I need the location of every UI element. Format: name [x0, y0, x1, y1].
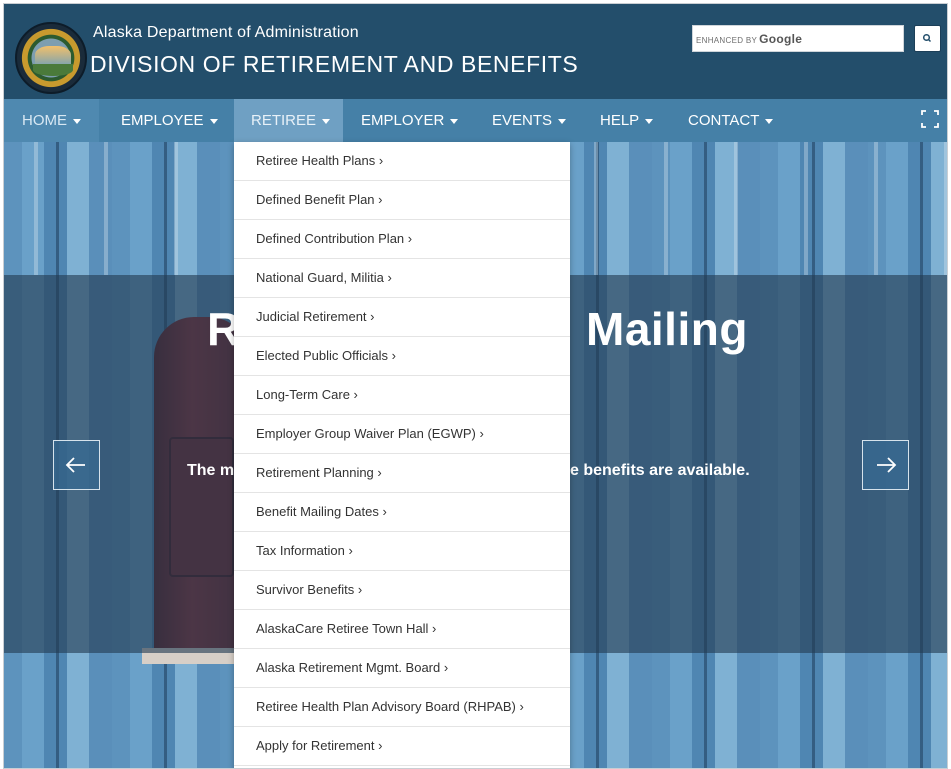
menu-item-defined-contribution-plan[interactable]: Defined Contribution Plan ›	[234, 220, 570, 259]
menu-item-alaskacare-town-hall[interactable]: AlaskaCare Retiree Town Hall ›	[234, 610, 570, 649]
main-navigation: HOME EMPLOYEE RETIREE EMPLOYER EVENTS HE…	[4, 99, 947, 142]
google-brand: ENHANCED BY Google	[696, 32, 803, 46]
caret-down-icon	[450, 118, 459, 124]
nav-employer[interactable]: EMPLOYER	[361, 99, 459, 142]
arrow-left-icon	[65, 457, 85, 473]
page: Alaska Department of Administration DIVI…	[3, 3, 948, 769]
retiree-dropdown-menu: Retiree Health Plans › Defined Benefit P…	[234, 142, 570, 768]
menu-item-retiree-health-plans[interactable]: Retiree Health Plans ›	[234, 142, 570, 181]
caret-down-icon	[765, 118, 774, 124]
agency-name: Alaska Department of Administration	[93, 24, 359, 41]
nav-events[interactable]: EVENTS	[492, 99, 567, 142]
nav-retiree[interactable]: RETIREE	[234, 99, 343, 142]
menu-item-tax-information[interactable]: Tax Information ›	[234, 532, 570, 571]
menu-item-alaska-retirement-mgmt-board[interactable]: Alaska Retirement Mgmt. Board ›	[234, 649, 570, 688]
nav-help[interactable]: HELP	[600, 99, 654, 142]
caret-down-icon	[209, 118, 218, 124]
arrow-right-icon	[877, 457, 897, 473]
nav-home[interactable]: HOME	[4, 99, 99, 142]
search-button[interactable]	[914, 25, 941, 52]
menu-item-retirement-planning[interactable]: Retirement Planning ›	[234, 454, 570, 493]
caret-down-icon	[645, 118, 654, 124]
search-input[interactable]: ENHANCED BY Google	[692, 25, 904, 52]
nav-contact[interactable]: CONTACT	[688, 99, 774, 142]
caret-down-icon	[322, 118, 331, 124]
menu-item-judicial-retirement[interactable]: Judicial Retirement ›	[234, 298, 570, 337]
nav-employee[interactable]: EMPLOYEE	[121, 99, 218, 142]
fullscreen-icon[interactable]	[921, 110, 939, 128]
division-title[interactable]: DIVISION OF RETIREMENT AND BENEFITS	[90, 51, 578, 78]
menu-item-national-guard-militia[interactable]: National Guard, Militia ›	[234, 259, 570, 298]
carousel-prev-button[interactable]	[53, 440, 100, 490]
menu-item-benefit-mailing-dates[interactable]: Benefit Mailing Dates ›	[234, 493, 570, 532]
menu-item-egwp[interactable]: Employer Group Waiver Plan (EGWP) ›	[234, 415, 570, 454]
menu-item-elected-public-officials[interactable]: Elected Public Officials ›	[234, 337, 570, 376]
search-icon	[922, 33, 932, 43]
caret-down-icon	[73, 118, 81, 124]
caret-down-icon	[558, 118, 567, 124]
menu-item-defined-benefit-plan[interactable]: Defined Benefit Plan ›	[234, 181, 570, 220]
alaska-seal-logo[interactable]	[15, 22, 87, 94]
carousel-next-button[interactable]	[862, 440, 909, 490]
menu-item-apply-for-retirement[interactable]: Apply for Retirement ›	[234, 727, 570, 766]
menu-item-survivor-benefits[interactable]: Survivor Benefits ›	[234, 571, 570, 610]
menu-item-rhpab[interactable]: Retiree Health Plan Advisory Board (RHPA…	[234, 688, 570, 727]
site-header: Alaska Department of Administration DIVI…	[4, 4, 947, 99]
menu-item-long-term-care[interactable]: Long-Term Care ›	[234, 376, 570, 415]
